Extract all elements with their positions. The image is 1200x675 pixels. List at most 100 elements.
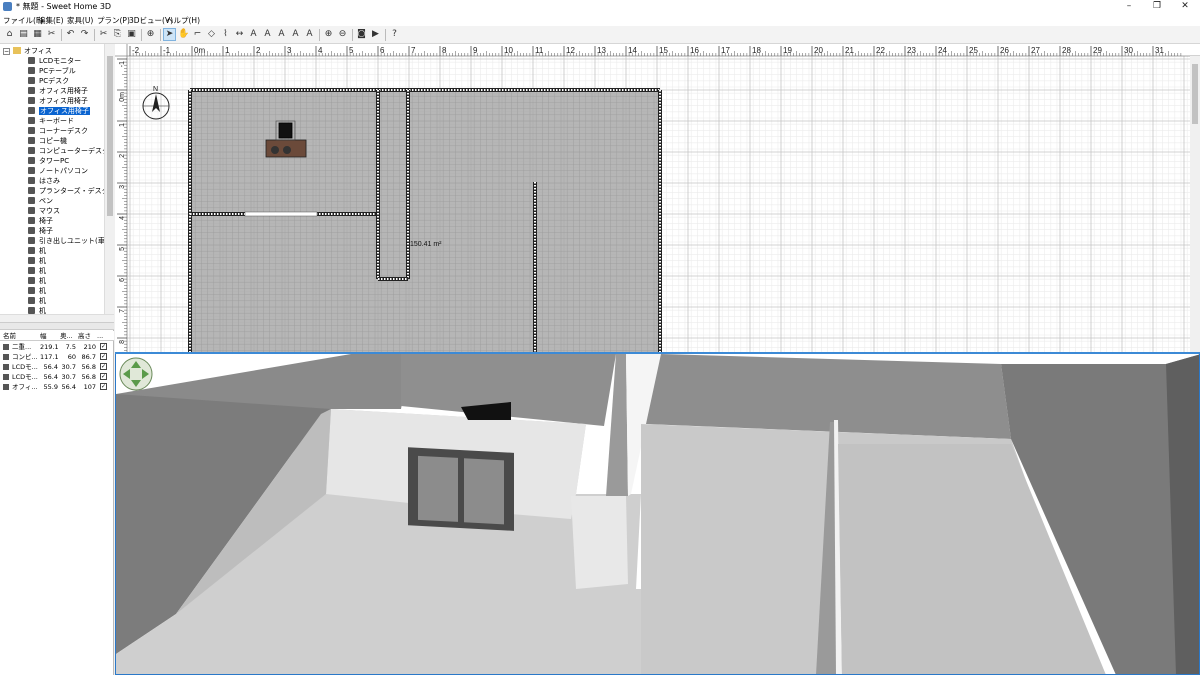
table-cell-h: 56.8 bbox=[81, 373, 96, 381]
zoom-out-icon[interactable]: ⊖ bbox=[337, 29, 348, 40]
office-chair-plan[interactable] bbox=[278, 122, 293, 139]
new-home-icon[interactable]: ⌂ bbox=[4, 29, 15, 40]
add-text-icon[interactable]: A bbox=[248, 29, 259, 40]
tree-item[interactable]: 机 bbox=[28, 256, 46, 266]
window-plan[interactable] bbox=[244, 211, 318, 217]
column-header[interactable]: 幅 bbox=[40, 331, 58, 341]
tree-item[interactable]: オフィス用椅子 bbox=[28, 106, 90, 116]
tree-item[interactable]: マウス bbox=[28, 206, 60, 216]
tree-item[interactable]: タワーPC bbox=[28, 156, 69, 166]
photo-icon[interactable]: ◙ bbox=[356, 29, 367, 40]
copy-icon[interactable]: ⎘ bbox=[112, 29, 123, 40]
plan-canvas[interactable]: -2 -1 0m 1 2 3 4 5 6 7 8 9 10 11 12 13 14 15 16 17 18 19 20 21 2… bbox=[115, 44, 1200, 352]
zoom-in-icon[interactable]: ⊕ bbox=[323, 29, 334, 40]
undo-icon[interactable]: ↶ bbox=[65, 29, 76, 40]
tree-item-label: 椅子 bbox=[39, 227, 53, 235]
tree-item[interactable]: PCデスク bbox=[28, 76, 69, 86]
save-icon[interactable]: ▦ bbox=[32, 29, 43, 40]
tree-item[interactable]: はさみ bbox=[28, 176, 60, 186]
room-floor[interactable] bbox=[190, 90, 660, 352]
minimize-icon[interactable]: – bbox=[1114, 0, 1144, 13]
tree-item[interactable]: キーボード bbox=[28, 116, 74, 126]
add-furniture-icon[interactable]: ⊕ bbox=[145, 29, 156, 40]
tree-item[interactable]: 机 bbox=[28, 296, 46, 306]
decrease-text-icon[interactable]: A bbox=[276, 29, 287, 40]
tree-item[interactable]: オフィス用椅子 bbox=[28, 96, 88, 106]
table-row[interactable]: 二重... 219.1 7.5 210 ✓ bbox=[0, 342, 114, 352]
menu-item-5[interactable]: ヘルプ(H) bbox=[166, 15, 200, 26]
create-walls-icon[interactable]: ⌐ bbox=[192, 29, 203, 40]
catalog-horizontal-scrollbar[interactable] bbox=[0, 314, 114, 322]
tree-item[interactable]: ノートパソコン bbox=[28, 166, 88, 176]
table-row[interactable]: コンピ... 117.1 60 86.7 ✓ bbox=[0, 352, 114, 362]
cut-tool-icon[interactable]: ✂ bbox=[46, 29, 57, 40]
ruler-label: 2 bbox=[119, 154, 126, 158]
create-polylines-icon[interactable]: ⌇ bbox=[220, 29, 231, 40]
tree-item[interactable]: 引き出しユニット(車付 bbox=[28, 236, 104, 246]
pan-mode-icon[interactable]: ✋ bbox=[178, 29, 189, 40]
wall-right-back bbox=[646, 354, 1011, 439]
catalog-scrollbar[interactable] bbox=[104, 44, 114, 314]
plan-view[interactable]: -2 -1 0m 1 2 3 4 5 6 7 8 9 10 11 12 13 14 15 16 17 18 19 20 21 2… bbox=[115, 44, 1200, 352]
tree-item[interactable]: ペン bbox=[28, 196, 53, 206]
increase-text-icon[interactable]: A bbox=[262, 29, 273, 40]
cut-icon[interactable]: ✂ bbox=[98, 29, 109, 40]
tree-item[interactable]: 机 bbox=[28, 246, 46, 256]
navigation-arrows-icon[interactable] bbox=[119, 357, 153, 391]
tree-item[interactable]: PCテーブル bbox=[28, 66, 76, 76]
table-row[interactable]: LCDモ... 56.4 30.7 56.8 ✓ bbox=[0, 362, 114, 372]
table-row[interactable]: オフィ... 55.9 56.4 107 ✓ bbox=[0, 382, 114, 392]
ruler-label: 12 bbox=[566, 46, 575, 55]
restore-icon[interactable]: ❐ bbox=[1142, 0, 1172, 13]
close-icon[interactable]: ✕ bbox=[1170, 0, 1200, 13]
tree-item[interactable]: オフィス用椅子 bbox=[28, 86, 88, 96]
tree-item[interactable]: コピー機 bbox=[28, 136, 67, 146]
menu-item-3[interactable]: プラン(P) bbox=[97, 15, 130, 26]
3d-view[interactable] bbox=[115, 354, 1200, 675]
left-splitter[interactable] bbox=[0, 322, 114, 330]
paste-icon[interactable]: ▣ bbox=[126, 29, 137, 40]
tree-item[interactable]: 椅子 bbox=[28, 226, 53, 236]
tree-item[interactable]: コンピューターデスク bbox=[28, 146, 104, 156]
table-cell-name: 二重... bbox=[12, 343, 32, 351]
column-header[interactable]: ... bbox=[97, 331, 109, 341]
tree-item[interactable]: 机 bbox=[28, 306, 46, 314]
help-icon[interactable]: ? bbox=[389, 29, 400, 40]
table-row[interactable]: LCDモ... 56.4 30.7 56.8 ✓ bbox=[0, 372, 114, 382]
tree-item[interactable]: コーナーデスク bbox=[28, 126, 88, 136]
tree-item[interactable]: LCDモニター bbox=[28, 56, 81, 66]
tree-item[interactable]: 椅子 bbox=[28, 216, 53, 226]
open-icon[interactable]: ▤ bbox=[18, 29, 29, 40]
tree-item[interactable]: プランターズ・デスク bbox=[28, 186, 104, 196]
mouse-icon bbox=[28, 207, 35, 214]
tree-category-row[interactable]: − オフィス bbox=[3, 46, 52, 56]
visible-checkbox[interactable]: ✓ bbox=[100, 343, 107, 350]
column-header[interactable]: 高さ bbox=[78, 331, 96, 341]
scrollbar-thumb[interactable] bbox=[107, 56, 113, 216]
furniture-catalog-tree[interactable]: − オフィス LCDモニター PCテーブル PCデスク オフィス用椅子 オフィス用椅子 オフ… bbox=[0, 44, 104, 314]
bold-icon[interactable]: A bbox=[290, 29, 301, 40]
tree-item[interactable]: 机 bbox=[28, 266, 46, 276]
tree-category-label: オフィス bbox=[24, 47, 52, 55]
visible-checkbox[interactable]: ✓ bbox=[100, 353, 107, 360]
create-rooms-icon[interactable]: ◇ bbox=[206, 29, 217, 40]
menu-item-2[interactable]: 家具(U) bbox=[67, 15, 93, 26]
create-dimensions-icon[interactable]: ↔ bbox=[234, 29, 245, 40]
column-header[interactable]: 名前 bbox=[3, 331, 39, 341]
visible-checkbox[interactable]: ✓ bbox=[100, 383, 107, 390]
visible-checkbox[interactable]: ✓ bbox=[100, 373, 107, 380]
collapse-icon[interactable]: − bbox=[3, 48, 10, 55]
select-mode-icon[interactable]: ➤ bbox=[163, 28, 176, 41]
tree-item[interactable]: 机 bbox=[28, 276, 46, 286]
video-icon[interactable]: ▶ bbox=[370, 29, 381, 40]
redo-icon[interactable]: ↷ bbox=[79, 29, 90, 40]
tree-item[interactable]: 机 bbox=[28, 286, 46, 296]
ruler-label: 16 bbox=[690, 46, 699, 55]
menu-item-1[interactable]: 編集(E) bbox=[38, 15, 64, 26]
plan-scrollbar-thumb[interactable] bbox=[1192, 64, 1198, 124]
italic-icon[interactable]: A bbox=[304, 29, 315, 40]
column-header[interactable]: 奥... bbox=[60, 331, 76, 341]
visible-checkbox[interactable]: ✓ bbox=[100, 363, 107, 370]
window-title: * 無題 - Sweet Home 3D bbox=[16, 2, 112, 11]
3d-canvas[interactable] bbox=[116, 354, 1200, 675]
